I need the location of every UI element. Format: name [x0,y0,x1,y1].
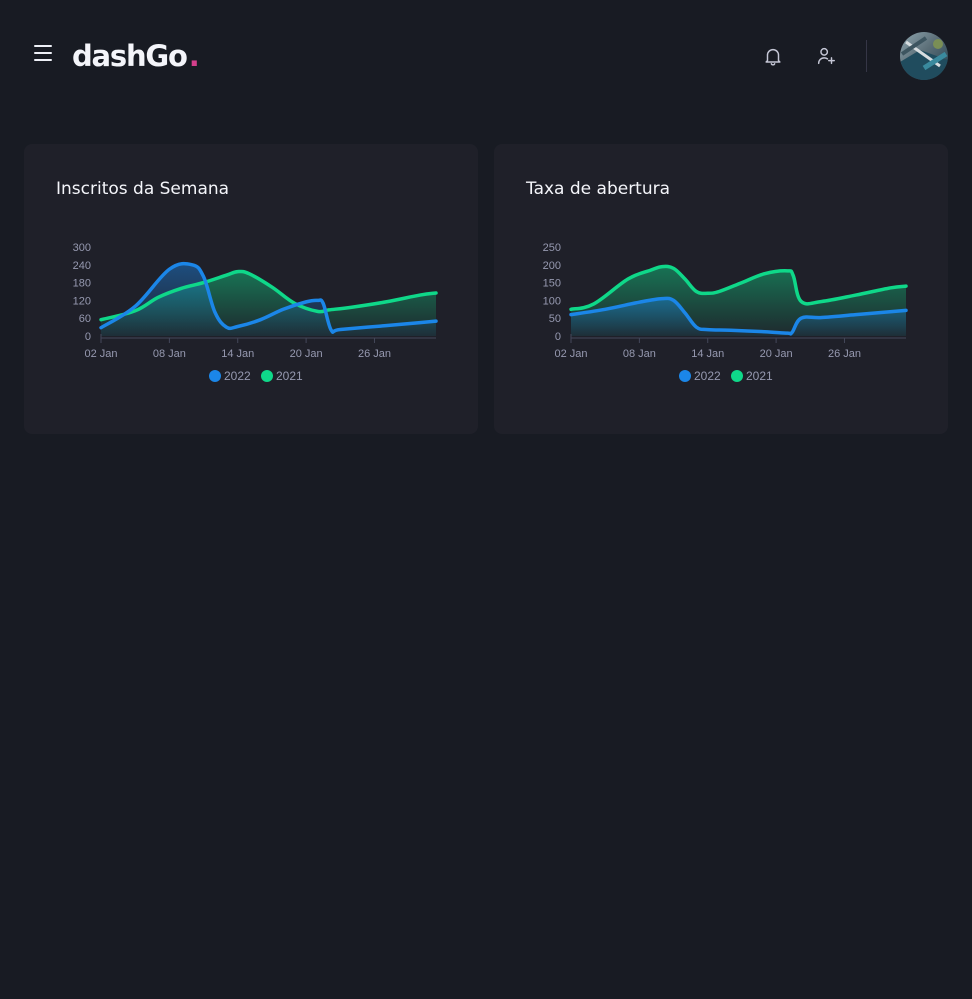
y-tick-label: 250 [543,242,561,254]
legend-marker [731,370,743,382]
x-tick-label: 08 Jan [153,348,186,360]
logo-text: dashGo [72,39,188,73]
avatar[interactable] [900,32,948,80]
chart-card-inscritos: Inscritos da Semana 0 60 120 180 240 300 02 Ja… [24,144,478,434]
y-tick-label: 120 [73,295,91,307]
y-tick-label: 0 [85,331,91,343]
y-tick-label: 100 [543,295,561,307]
y-tick-label: 50 [549,313,561,325]
y-tick-label: 60 [79,313,91,325]
x-tick-label: 02 Jan [84,348,117,360]
x-tick-label: 02 Jan [554,348,587,360]
y-tick-label: 300 [73,242,91,254]
bell-icon[interactable] [762,45,784,67]
legend-label: 2021 [276,369,303,383]
top-header: dashGo. [0,0,972,112]
header-divider [866,40,867,72]
inscritos-chart: 0 60 120 180 240 300 02 Jan 08 Jan 14 Jan 20 Jan 2… [73,242,438,383]
x-tick-label: 14 Jan [691,348,724,360]
legend-marker [679,370,691,382]
x-tick-label: 26 Jan [828,348,861,360]
x-tick-label: 08 Jan [623,348,656,360]
y-tick-label: 200 [543,260,561,272]
y-tick-label: 180 [73,278,91,290]
legend-item-2022[interactable]: 2022 [209,369,251,383]
legend-label: 2022 [224,369,251,383]
taxa-abertura-chart: 0 50 100 150 200 250 02 Jan 08 Jan 14 Jan 20 Jan 2… [543,242,908,383]
legend-item-2021[interactable]: 2021 [261,369,303,383]
legend-label: 2021 [746,369,773,383]
legend-marker [261,370,273,382]
y-tick-label: 150 [543,278,561,290]
x-tick-label: 20 Jan [290,348,323,360]
x-tick-label: 14 Jan [221,348,254,360]
legend-marker [209,370,221,382]
y-tick-label: 240 [73,260,91,272]
x-tick-label: 20 Jan [760,348,793,360]
chart-card-taxa-abertura: Taxa de abertura 0 50 100 150 200 250 02 Jan 08… [494,144,948,434]
logo[interactable]: dashGo. [72,36,200,76]
user-plus-icon[interactable] [815,45,837,67]
legend-item-2022[interactable]: 2022 [679,369,721,383]
logo-dot: . [188,39,200,73]
y-tick-label: 0 [555,331,561,343]
x-tick-label: 26 Jan [358,348,391,360]
legend-label: 2022 [694,369,721,383]
menu-icon[interactable] [33,44,53,62]
legend-item-2021[interactable]: 2021 [731,369,773,383]
